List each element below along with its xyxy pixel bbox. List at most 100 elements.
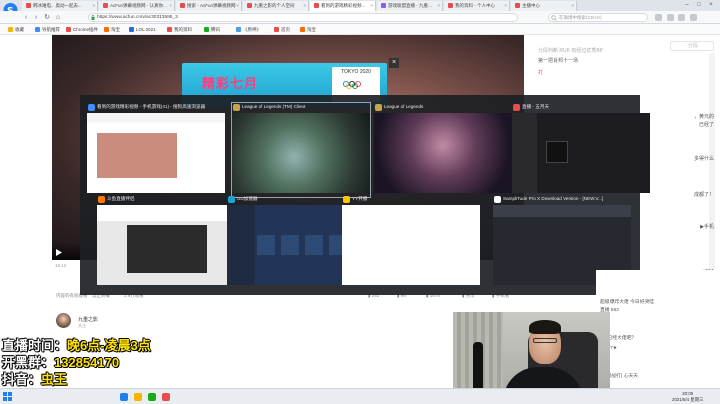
window-title: YY开播 [352,196,368,201]
bookmark-label: 导航推荐 [42,27,60,32]
avatar[interactable] [56,313,71,328]
bookmark-icon [167,27,172,32]
reload-button[interactable]: ↻ [43,13,51,22]
sidebar-line: 分段判断 RUK 有经过优秀BP [538,48,604,54]
follow-label[interactable]: 关注 [78,323,86,329]
bookmark-item[interactable]: Chrome插件 [66,26,98,33]
bookmark-item[interactable]: 腾讯 [204,26,220,33]
forward-button[interactable]: › [32,13,40,22]
extension-icon[interactable] [655,14,662,21]
tab-close-icon[interactable]: × [571,1,574,11]
bookmark-item[interactable]: 我的资料 [167,26,192,33]
window-title: SampliTude Pro X Download Version - [NEW… [503,196,604,201]
bookmark-icon [236,27,241,32]
app-icon [98,196,105,203]
favicon-icon [180,3,185,8]
sidebar-note: 多得什么 [693,156,714,162]
clock-date: 2021/8/4 星期三 [672,397,704,402]
browser-search-input[interactable]: 在微博中搜索(Ctrl+K) [548,13,648,22]
menu-icon[interactable] [690,14,698,21]
browser-tab-bar: S 韩冰难电、奥动一起去...×AcFun弹幕视频网 - 认真你...×搜索 -… [0,0,720,17]
bookmark-icon [204,27,209,32]
favicon-icon [247,3,252,8]
bookmark-icon [35,27,40,32]
bookmark-label: 腾讯 [211,27,220,32]
window-thumbnail[interactable]: League of Legends (TM) Client [231,102,371,198]
bookmark-item[interactable]: LOL 2021 [129,26,156,33]
window-switcher: 看到的游戏精彩视频 - 手机游戏(41) - 搜狗高速浏览器 League of … [80,95,650,295]
tab-close-icon[interactable]: × [370,1,373,11]
window-title: League of Legends (TM) Client [242,104,306,109]
browser-tab[interactable]: 看到的游戏精彩视频... × [310,1,376,11]
home-button[interactable]: ⌂ [54,13,62,22]
maximize-icon[interactable]: □ [694,1,704,10]
window-thumbnail[interactable]: League of Legends [374,103,512,197]
segment-button[interactable]: ·分段 [670,41,714,51]
favicon-icon [515,3,520,8]
thumbnail-video [127,225,207,273]
app-icon [343,196,350,203]
tab-close-icon[interactable]: × [92,1,95,11]
bookmark-item[interactable]: 淘宝 [104,26,120,33]
browser-tab[interactable]: 主播中心 × [511,1,577,11]
sidebar-line: 第一把肖邦十一场 [538,58,579,64]
window-title: 斗鱼直播伴侣 [107,196,135,201]
app-taskbar-icon[interactable] [148,393,156,401]
window-thumbnail[interactable]: 斗鱼直播伴侣 [97,195,235,289]
app-icon [88,104,95,111]
tab-label: 我的资料 - 个人中心 [455,3,495,8]
app-icon [228,196,235,203]
bookmark-item[interactable]: 《原神》 [236,26,261,33]
tab-close-icon[interactable]: × [169,1,172,11]
browser-tab[interactable]: 韩冰难电、奥动一起去... × [22,1,98,11]
extension-icon[interactable] [666,14,674,21]
bookmark-item[interactable]: 收藏 [8,26,24,33]
bookmark-label: 淘宝 [111,27,120,32]
tab-close-icon[interactable]: × [504,1,507,11]
app-icon [494,196,501,203]
tab-label: 看到的游戏精彩视频... [321,3,366,8]
stream-info-value: 晚6点-凌晨3点 [67,338,151,353]
stream-info-label: 直播时间： [2,338,68,353]
tab-close-icon[interactable]: × [437,1,440,11]
browser-taskbar-icon[interactable] [120,393,128,401]
tab-close-icon[interactable]: × [236,1,239,11]
browser-tab[interactable]: 我的资料 - 个人中心 × [444,1,510,11]
address-toolbar: ‹ › ↻ ⌂ https://www.acfun.cn/v/ac3031359… [0,11,720,24]
app-taskbar-icon[interactable] [162,393,170,401]
back-button[interactable]: ‹ [22,13,30,22]
stream-info-value: 132854170 [54,355,120,370]
close-window-icon[interactable]: × [706,1,716,10]
system-clock[interactable]: 20:05 2021/8/4 星期三 [672,391,703,403]
window-thumbnail[interactable]: 直播 - 五月天 [512,103,650,197]
bookmark-icon [129,27,134,32]
window-preview [342,205,480,285]
album-art [546,141,568,163]
folder-taskbar-icon[interactable] [134,393,142,401]
window-thumbnail[interactable]: YY开播 [342,195,480,289]
bookmark-item[interactable]: 导航推荐 [35,26,60,33]
uploader-name[interactable]: 九重之影 [78,316,98,323]
play-icon[interactable] [56,249,62,256]
bookmark-item[interactable]: 首页 [274,26,290,33]
chat-panel: 超级爆炸大佬 今日好哭哇直播 5625平已经大佬吧？抢137★凯(对战打) 心天… [596,270,720,388]
uploader-info[interactable]: 九重之影 关注 [56,313,176,329]
url-text: https://www.acfun.cn/v/ac30313595_3 [97,15,178,20]
minimize-icon[interactable]: – [682,1,692,10]
browser-tab[interactable]: 九重之影的个人空间 × [243,1,309,11]
bookmark-icon [66,27,71,32]
taskbar: 20:05 2021/8/4 星期三 [0,388,720,404]
browser-tab[interactable]: 搜索 - AcFun弹幕视频网 × [176,1,242,11]
banner-close-button[interactable]: × [389,58,399,68]
browser-tab[interactable]: AcFun弹幕视频网 - 认真你... × [99,1,175,11]
window-preview [374,113,512,193]
window-thumbnail[interactable]: 看到的游戏精彩视频 - 手机游戏(41) - 搜狗高速浏览器 [87,103,225,197]
url-input[interactable]: https://www.acfun.cn/v/ac30313595_3 [88,13,518,22]
windows-start-icon[interactable] [3,392,12,401]
extension-icon[interactable] [678,14,686,21]
bookmark-item[interactable]: 淘宝 [300,26,316,33]
tab-label: 九重之影的个人空间 [254,3,295,8]
tab-close-icon[interactable]: × [303,1,306,11]
browser-tab[interactable]: 游戏联盟直播 - 九重... × [377,1,443,11]
banner-title: 精彩七月 [202,76,259,91]
